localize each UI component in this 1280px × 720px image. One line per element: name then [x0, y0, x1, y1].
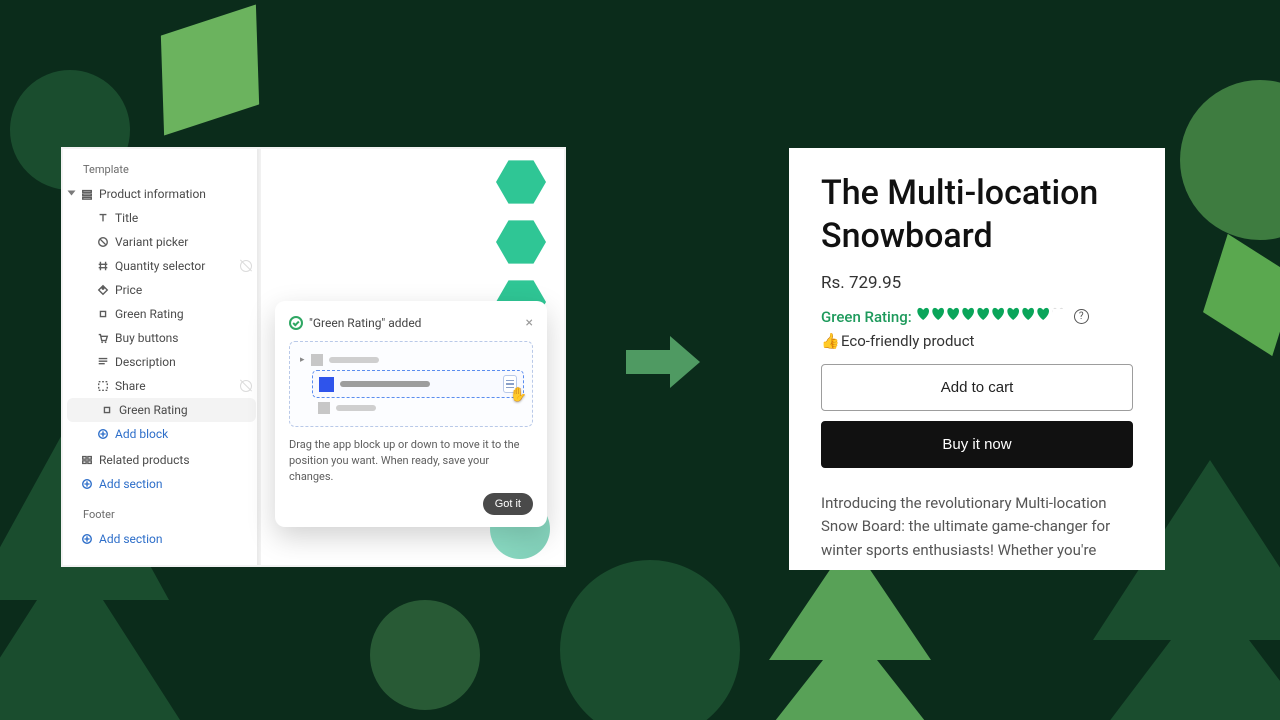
- heart-icon: [1036, 307, 1051, 322]
- hash-icon: [97, 260, 109, 272]
- popover-body: Drag the app block up or down to move it…: [289, 437, 533, 485]
- popover-title: "Green Rating" added: [309, 316, 421, 330]
- sidebar-item-title[interactable]: Title: [63, 206, 260, 230]
- thumbs-up-icon: 👍: [821, 332, 837, 348]
- hidden-icon: [240, 380, 252, 392]
- cart-icon: [97, 332, 109, 344]
- sidebar-item-variant-picker[interactable]: Variant picker: [63, 230, 260, 254]
- heart-icon: [991, 307, 1006, 322]
- product-card: The Multi-location Snowboard Rs. 729.95 …: [789, 148, 1165, 570]
- theme-editor-panel: Template Product information Title Varia…: [61, 147, 566, 567]
- sidebar-add-section-1[interactable]: Add section: [63, 472, 260, 496]
- app-block-icon: [101, 404, 113, 416]
- sidebar-item-product-information[interactable]: Product information: [63, 182, 260, 206]
- heart-icon: [931, 307, 946, 322]
- share-icon: [97, 380, 109, 392]
- cursor-icon: ✋: [510, 387, 527, 403]
- sidebar-item-related[interactable]: Related products: [63, 448, 260, 472]
- rating-hearts: [916, 307, 1066, 326]
- product-title: The Multi-location Snowboard: [821, 172, 1133, 257]
- onboarding-popover: "Green Rating" added × ▸ ✋ Drag the app …: [275, 301, 547, 527]
- heart-icon: [946, 307, 961, 322]
- plus-icon: [81, 533, 93, 545]
- price-icon: [97, 284, 109, 296]
- info-icon[interactable]: ?: [1074, 309, 1089, 324]
- heart-icon: [961, 307, 976, 322]
- buy-now-button[interactable]: Buy it now: [821, 421, 1133, 468]
- hidden-icon: [240, 260, 252, 272]
- sidebar-item-green-rating-1[interactable]: Green Rating: [63, 302, 260, 326]
- sidebar-add-section-2[interactable]: Add section: [63, 527, 260, 551]
- close-icon[interactable]: ×: [526, 315, 533, 331]
- eco-label: Eco-friendly product: [841, 332, 974, 350]
- heart-icon: [976, 307, 991, 322]
- sidebar-item-quantity[interactable]: Quantity selector: [63, 254, 260, 278]
- text-icon: [97, 212, 109, 224]
- sidebar-item-share[interactable]: Share: [63, 374, 260, 398]
- drag-illustration: ▸ ✋: [289, 341, 533, 427]
- heart-icon: [1051, 307, 1066, 322]
- section-icon: [81, 188, 93, 200]
- chevron-down-icon: [68, 191, 76, 196]
- description-icon: [97, 356, 109, 368]
- editor-sidebar: Template Product information Title Varia…: [63, 149, 261, 565]
- hexagon-icon: [496, 157, 546, 207]
- heart-icon: [1006, 307, 1021, 322]
- sidebar-item-buy-buttons[interactable]: Buy buttons: [63, 326, 260, 350]
- app-block-icon: [97, 308, 109, 320]
- plus-icon: [97, 428, 109, 440]
- add-to-cart-button[interactable]: Add to cart: [821, 364, 1133, 411]
- hexagon-icon: [496, 217, 546, 267]
- got-it-button[interactable]: Got it: [483, 493, 533, 515]
- plus-icon: [81, 478, 93, 490]
- arrow-indicator: [626, 336, 700, 388]
- check-icon: [289, 316, 303, 330]
- sidebar-item-green-rating-2[interactable]: Green Rating: [67, 398, 256, 422]
- rating-label: Green Rating:: [821, 308, 912, 326]
- section-icon: [81, 454, 93, 466]
- product-description: Introducing the revolutionary Multi-loca…: [821, 492, 1133, 562]
- product-price: Rs. 729.95: [821, 273, 1133, 293]
- heart-icon: [1021, 307, 1036, 322]
- section-head-footer: Footer: [63, 504, 260, 527]
- sidebar-add-block[interactable]: Add block: [63, 422, 260, 446]
- editor-preview-area: "Green Rating" added × ▸ ✋ Drag the app …: [261, 149, 564, 565]
- sidebar-item-description[interactable]: Description: [63, 350, 260, 374]
- section-head-template: Template: [63, 159, 260, 182]
- heart-icon: [916, 307, 931, 322]
- variant-icon: [97, 236, 109, 248]
- sidebar-item-price[interactable]: Price: [63, 278, 260, 302]
